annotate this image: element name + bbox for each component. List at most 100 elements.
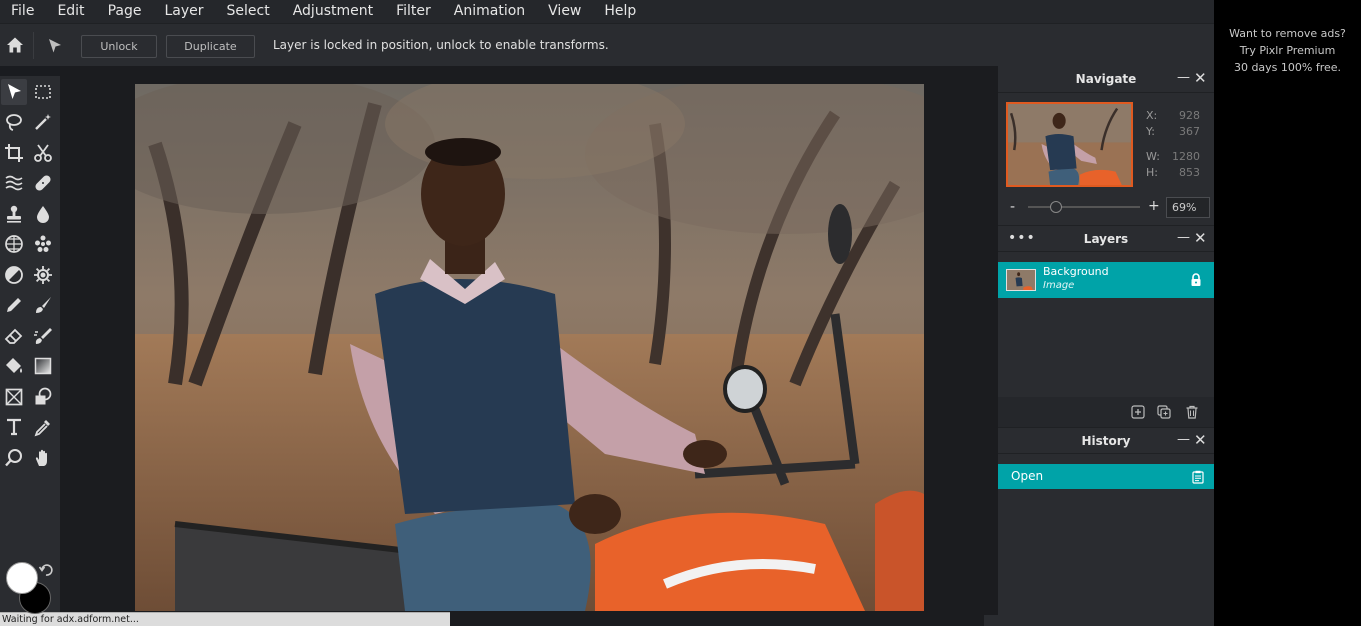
stamp-icon xyxy=(7,205,21,223)
close-icon[interactable]: ✕ xyxy=(1194,71,1207,86)
arrange-tool[interactable] xyxy=(1,79,27,105)
clone-stamp-tool[interactable] xyxy=(1,201,27,227)
eraser-tool[interactable] xyxy=(1,323,27,349)
pen-tool[interactable] xyxy=(1,292,27,318)
lock-icon[interactable] xyxy=(1190,273,1202,287)
close-icon[interactable]: ✕ xyxy=(1194,231,1207,246)
zoom-slider[interactable] xyxy=(1028,206,1140,208)
ad-line-1: Want to remove ads? xyxy=(1229,27,1346,40)
pencil-icon xyxy=(7,298,21,312)
zoom-level-input[interactable]: 69% xyxy=(1166,197,1210,218)
layer-thumbnail-image xyxy=(1007,270,1035,290)
frame-tool[interactable] xyxy=(1,384,27,410)
liquify-tool[interactable] xyxy=(1,170,27,196)
y-label: Y: xyxy=(1146,125,1155,138)
heal-tool[interactable] xyxy=(30,170,56,196)
duplicate-layer-icon[interactable] xyxy=(1157,405,1171,419)
menu-help[interactable]: Help xyxy=(604,0,636,23)
ad-line-3: 30 days 100% free. xyxy=(1233,61,1342,74)
magic-wand-icon xyxy=(35,114,51,130)
history-panel-header: History — ✕ xyxy=(998,427,1214,454)
add-layer-icon[interactable] xyxy=(1131,405,1145,419)
smudge-brush-tool[interactable] xyxy=(30,323,56,349)
hand-icon xyxy=(35,449,47,466)
menu-adjustment[interactable]: Adjustment xyxy=(293,0,373,23)
navigator-thumbnail[interactable] xyxy=(1006,102,1133,187)
marquee-select-tool[interactable] xyxy=(30,79,56,105)
zoom-out-button[interactable]: - xyxy=(1010,199,1015,215)
menu-page[interactable]: Page xyxy=(108,0,142,23)
layer-type: Image xyxy=(1043,280,1075,291)
shapes-icon xyxy=(35,387,52,405)
eyedropper-icon xyxy=(34,420,50,437)
blur-tool[interactable] xyxy=(30,201,56,227)
menu-edit[interactable]: Edit xyxy=(57,0,84,23)
minimize-icon[interactable]: — xyxy=(1177,433,1190,446)
tools-panel xyxy=(0,76,60,626)
y-value: 367 xyxy=(1179,125,1200,138)
dodge-burn-tool[interactable] xyxy=(1,262,27,288)
separator xyxy=(33,32,34,59)
menu-select[interactable]: Select xyxy=(227,0,270,23)
sponge-tool[interactable] xyxy=(1,231,27,257)
bandage-icon xyxy=(35,175,51,191)
zoom-tool[interactable] xyxy=(1,445,27,471)
smudge-brush-icon xyxy=(34,328,52,344)
brush-tool[interactable] xyxy=(30,292,56,318)
cutout-tool[interactable] xyxy=(30,140,56,166)
crop-icon xyxy=(5,144,23,162)
magnifier-icon xyxy=(5,449,22,467)
h-label: H: xyxy=(1146,166,1158,179)
ad-sidebar[interactable]: Want to remove ads? Try Pixlr Premium 30… xyxy=(1214,0,1361,626)
home-icon[interactable] xyxy=(5,35,25,55)
layer-item-background[interactable]: Background Image xyxy=(998,262,1214,298)
menu-animation[interactable]: Animation xyxy=(454,0,525,23)
menu-file[interactable]: File xyxy=(11,0,34,23)
photo-man-on-motorcycle xyxy=(135,84,924,611)
right-panels: Navigate — ✕ X: 928 Y: 367 W: 1280 H: 85… xyxy=(998,66,1214,626)
gradient-icon xyxy=(34,357,52,375)
history-item-label: Open xyxy=(1011,469,1044,483)
text-tool[interactable] xyxy=(1,414,27,440)
browser-status-bar: Waiting for adx.adform.net... xyxy=(0,612,450,626)
zoom-slider-handle[interactable] xyxy=(1050,201,1062,213)
layers-footer xyxy=(998,397,1214,427)
x-label: X: xyxy=(1146,109,1158,122)
frame-icon xyxy=(5,388,23,406)
document-canvas[interactable] xyxy=(135,84,924,611)
pointer-icon[interactable] xyxy=(46,37,64,55)
gradient-tool[interactable] xyxy=(30,353,56,379)
close-icon[interactable]: ✕ xyxy=(1194,433,1207,448)
x-value: 928 xyxy=(1179,109,1200,122)
minimize-icon[interactable]: — xyxy=(1177,71,1190,84)
locked-layer-message: Layer is locked in position, unlock to e… xyxy=(273,38,609,52)
lasso-select-tool[interactable] xyxy=(1,109,27,135)
scissors-icon xyxy=(34,144,52,162)
fill-tool[interactable] xyxy=(1,353,27,379)
layers-panel-header: ••• Layers — ✕ xyxy=(998,225,1214,252)
menu-layer[interactable]: Layer xyxy=(164,0,203,23)
swap-colors-icon[interactable] xyxy=(38,562,54,578)
marquee-icon xyxy=(35,85,51,99)
color-picker-tool[interactable] xyxy=(30,414,56,440)
dots-cluster-icon xyxy=(35,235,51,252)
spot-heal-tool[interactable] xyxy=(30,231,56,257)
document-icon xyxy=(1192,470,1204,484)
magic-wand-tool[interactable] xyxy=(30,109,56,135)
hand-tool[interactable] xyxy=(30,445,56,471)
canvas-workspace[interactable] xyxy=(60,66,998,626)
zoom-in-button[interactable]: + xyxy=(1148,198,1160,214)
detail-tool[interactable] xyxy=(30,262,56,288)
duplicate-button[interactable]: Duplicate xyxy=(166,35,255,58)
crop-tool[interactable] xyxy=(1,140,27,166)
menu-view[interactable]: View xyxy=(548,0,581,23)
trash-icon[interactable] xyxy=(1185,405,1199,419)
minimize-icon[interactable]: — xyxy=(1177,231,1190,244)
foreground-color-swatch[interactable] xyxy=(6,562,38,594)
liquify-icon xyxy=(5,175,23,191)
shape-tool[interactable] xyxy=(30,384,56,410)
unlock-button[interactable]: Unlock xyxy=(81,35,157,58)
navigator-preview-image xyxy=(1008,104,1131,185)
history-item-open[interactable]: Open xyxy=(998,464,1214,489)
menu-filter[interactable]: Filter xyxy=(396,0,431,23)
